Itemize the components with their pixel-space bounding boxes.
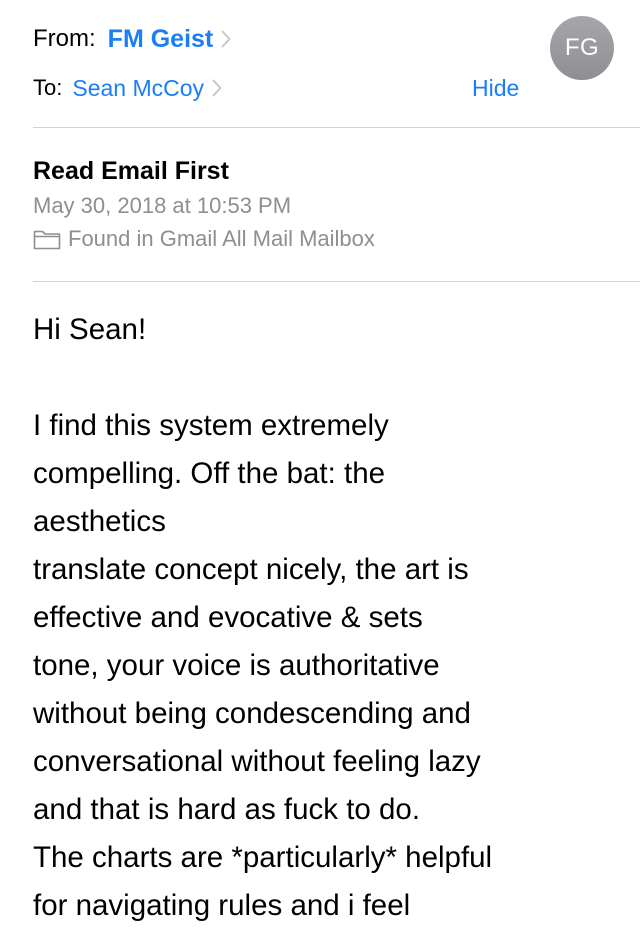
avatar-initials: FG [564, 34, 600, 61]
body-line: tone, your voice is authoritative [33, 649, 440, 682]
body-line: compelling. Off the bat: the [33, 457, 386, 490]
from-label: From: [33, 25, 96, 52]
folder-icon [33, 230, 61, 250]
body-line: translate concept nicely, the art is [33, 553, 469, 586]
sender-name-link[interactable]: FM Geist [108, 25, 214, 54]
from-row: From: FM Geist [33, 22, 231, 56]
mailbox-location: Found in Gmail All Mail Mailbox [33, 225, 375, 253]
body-line: effective and evocative & sets [33, 601, 423, 634]
body-line: conversational without feeling lazy [33, 745, 481, 778]
body-line: I find this system extremely [33, 409, 389, 442]
chevron-right-icon[interactable] [212, 79, 222, 97]
body-line: for navigating rules and i feel [33, 889, 411, 922]
recipient-name-link[interactable]: Sean McCoy [72, 75, 204, 102]
email-subject: Read Email First [33, 157, 229, 185]
to-row: To: Sean McCoy [33, 72, 222, 104]
to-label: To: [33, 75, 63, 100]
body-line: aesthetics [33, 505, 166, 538]
header-divider [33, 127, 640, 128]
body-line: without being condescending and [33, 697, 471, 730]
body-line: The charts are *particularly* helpful [33, 841, 493, 874]
mailbox-text: Found in Gmail All Mail Mailbox [68, 226, 375, 251]
sender-avatar[interactable]: FG [550, 16, 614, 80]
greeting-line: Hi Sean! [33, 313, 147, 346]
email-body: Hi Sean! I find this system extremely co… [33, 306, 633, 930]
hide-details-button[interactable]: Hide [472, 72, 519, 104]
email-header: From: FM Geist To: Sean McCoy Hide FG [0, 0, 640, 128]
chevron-right-icon[interactable] [221, 30, 231, 48]
body-line: and that is hard as fuck to do. [33, 793, 421, 826]
subject-divider [33, 281, 640, 282]
email-date: May 30, 2018 at 10:53 PM [33, 193, 292, 218]
